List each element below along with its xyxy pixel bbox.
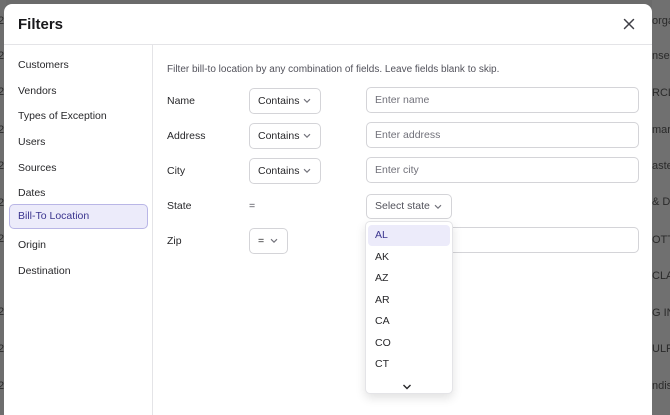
city-input[interactable] [366,157,639,183]
sidebar-item-customers[interactable]: Customers [9,53,148,78]
address-input[interactable] [366,122,639,148]
filter-category-sidebar: Customers Vendors Types of Exception Use… [4,45,153,415]
state-option-al[interactable]: AL [368,225,450,246]
sidebar-item-vendors[interactable]: Vendors [9,79,148,104]
modal-header: Filters [4,4,652,45]
background-text: orga [652,15,670,27]
background-text: marte [652,124,670,136]
state-option-ak[interactable]: AK [368,247,450,268]
sidebar-item-origin[interactable]: Origin [9,233,148,258]
zip-label: Zip [167,235,182,247]
name-label: Name [167,95,196,107]
state-option-ca[interactable]: CA [368,311,450,332]
sidebar-item-dates[interactable]: Dates [9,181,148,206]
address-label: Address [167,130,206,142]
chevron-down-icon [303,98,311,103]
state-dropdown-menu: AL AK AZ AR CA CO CT [365,221,453,394]
name-input[interactable] [366,87,639,113]
filters-modal: Filters Customers Vendors Types of Excep… [4,4,652,415]
background-text: aster [652,160,670,172]
name-operator-value: Contains [258,95,300,107]
background-right-column: orga nsem RCL marte aster & D T OTT CLAS… [652,0,670,415]
chevron-down-icon[interactable] [401,379,413,390]
modal-title: Filters [18,16,64,33]
zip-operator-value: = [258,235,265,247]
city-operator-select[interactable]: Contains [249,158,321,184]
state-label: State [167,200,192,212]
sidebar-item-sources[interactable]: Sources [9,156,148,181]
sidebar-item-types-of-exception[interactable]: Types of Exception [9,104,148,129]
background-text: nsem [652,50,670,62]
background-text: CLAS [652,270,670,282]
state-option-ar[interactable]: AR [368,290,450,311]
sidebar-item-users[interactable]: Users [9,130,148,155]
close-icon[interactable] [620,15,638,33]
background-text: ndiso [652,380,670,392]
name-operator-select[interactable]: Contains [249,88,321,114]
chevron-down-icon [270,238,278,243]
filter-description: Filter bill-to location by any combinati… [167,64,500,75]
background-text: OTT [652,234,670,246]
state-select[interactable]: Select state [366,194,452,219]
background-text: RCL [652,87,670,99]
state-option-co[interactable]: CO [368,333,450,354]
state-option-ct[interactable]: CT [368,354,450,375]
chevron-down-icon [303,133,311,138]
city-label: City [167,165,186,177]
state-select-placeholder: Select state [375,200,430,212]
background-text: & D T [652,196,670,208]
address-operator-value: Contains [258,130,300,142]
state-option-az[interactable]: AZ [368,268,450,289]
sidebar-item-bill-to-location[interactable]: Bill-To Location [9,204,148,229]
city-operator-value: Contains [258,165,300,177]
address-operator-select[interactable]: Contains [249,123,321,149]
zip-operator-select[interactable]: = [249,228,288,254]
state-operator: = [249,200,256,212]
chevron-down-icon [434,204,442,209]
background-text: G IN [652,307,670,319]
filter-form: Filter bill-to location by any combinati… [153,45,652,415]
chevron-down-icon [303,168,311,173]
sidebar-item-destination[interactable]: Destination [9,259,148,284]
background-text: ULFE [652,343,670,355]
